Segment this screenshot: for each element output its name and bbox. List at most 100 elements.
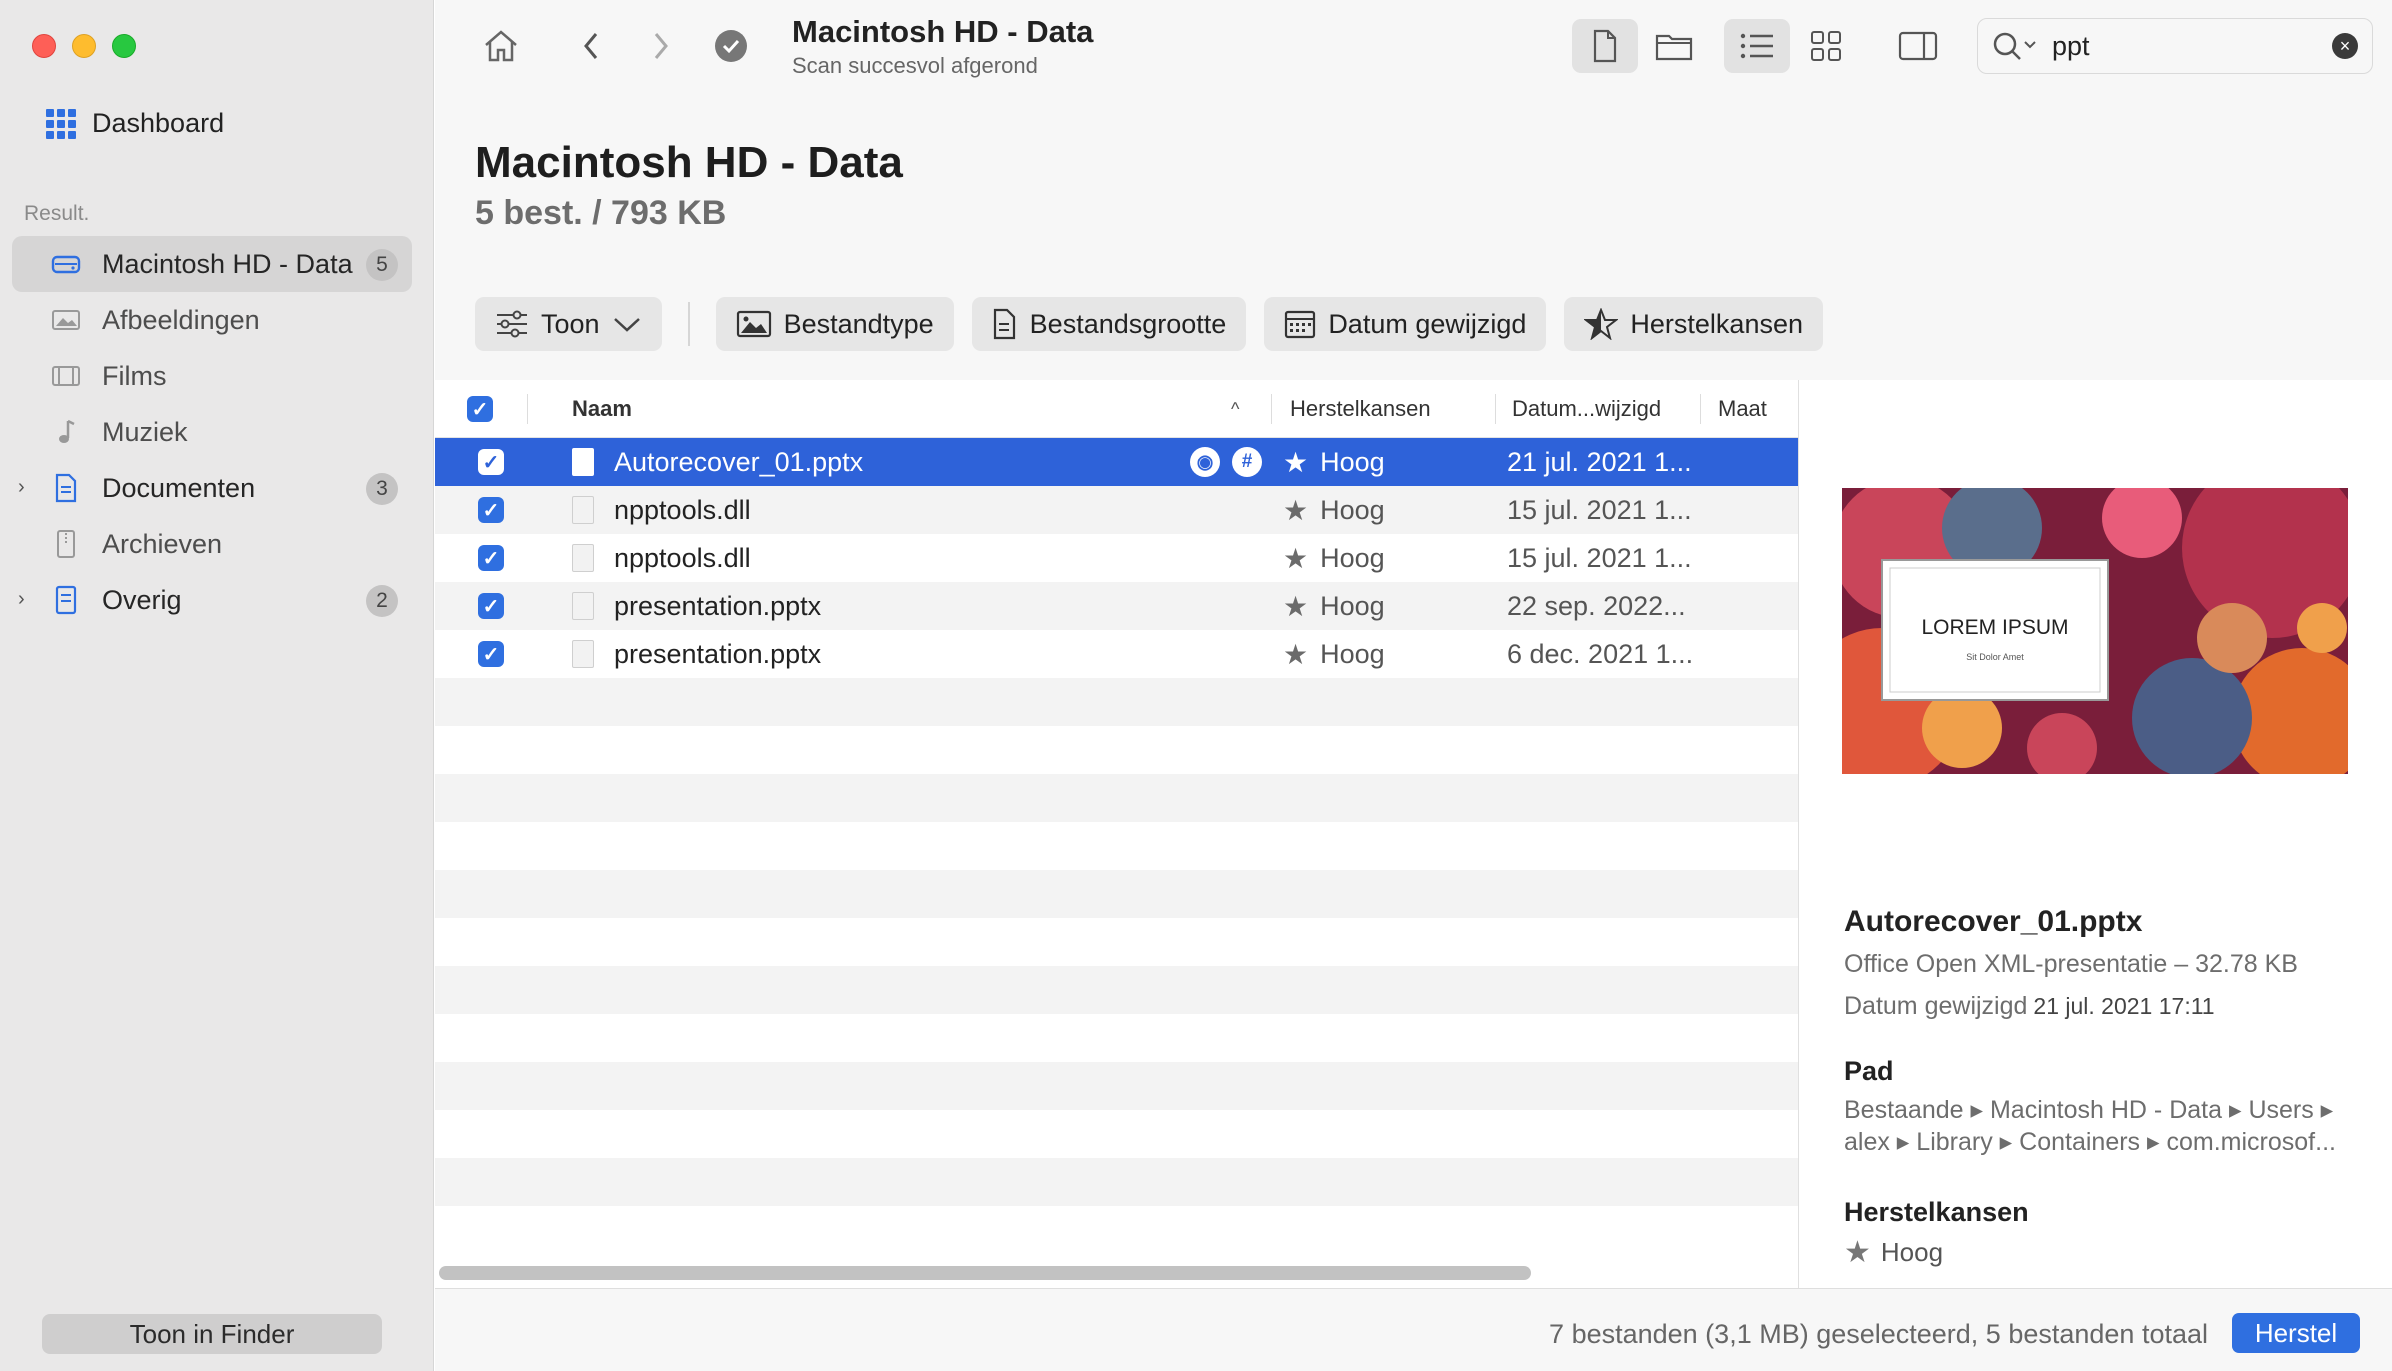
- search-input[interactable]: [2052, 30, 2312, 62]
- date-label: Datum gewijzigd: [1328, 308, 1527, 339]
- star-icon: ★: [1283, 590, 1309, 622]
- column-divider: [1700, 394, 1701, 424]
- other-file-icon: [48, 584, 84, 616]
- back-button[interactable]: [571, 24, 611, 68]
- folder-view-button[interactable]: [1641, 19, 1707, 73]
- column-header-size[interactable]: Maat: [1718, 380, 1767, 438]
- recovery-chance-filter-button[interactable]: Herstelkansen: [1564, 297, 1823, 351]
- clear-search-icon[interactable]: ×: [2332, 33, 2358, 59]
- column-header-date[interactable]: Datum...wijzigd: [1512, 380, 1661, 438]
- sidebar-item-label: Documenten: [102, 472, 256, 503]
- search-icon[interactable]: [1992, 31, 2040, 61]
- music-icon: [48, 416, 84, 448]
- column-header-recovery-chance[interactable]: Herstelkansen: [1290, 380, 1431, 438]
- file-name: presentation.pptx: [614, 638, 822, 669]
- file-date: 22 sep. 2022...: [1507, 590, 1686, 621]
- forward-button[interactable]: [641, 24, 681, 68]
- file-icon: [572, 592, 594, 620]
- filetype-filter-button[interactable]: Bestandtype: [715, 297, 954, 351]
- result-section-label: Result.: [24, 202, 90, 225]
- count-badge: 3: [366, 473, 398, 505]
- row-checkbox[interactable]: ✓: [478, 545, 504, 571]
- sidebar-item-label: Archieven: [102, 528, 223, 559]
- recovery-chance-value: ★ Hoog: [1844, 1235, 1943, 1270]
- preview-eye-icon[interactable]: ◉: [1190, 447, 1220, 477]
- hash-icon[interactable]: #: [1232, 447, 1262, 477]
- count-badge: 2: [366, 585, 398, 617]
- empty-row: [435, 1206, 1798, 1254]
- sidebar-item-dashboard[interactable]: Dashboard: [46, 108, 224, 139]
- file-name: Autorecover_01.pptx: [614, 446, 864, 477]
- image-icon: [736, 310, 771, 338]
- chevron-right-icon: [654, 33, 668, 59]
- table-row[interactable]: ✓ presentation.pptx ★ Hoog 22 sep. 2022..…: [435, 582, 1798, 630]
- chevron-left-icon: [584, 33, 598, 59]
- sidebar-nav: Macintosh HD - Data 5 Afbeeldingen Films…: [12, 236, 412, 628]
- show-in-finder-button[interactable]: Toon in Finder: [42, 1314, 382, 1354]
- image-icon: [48, 304, 84, 336]
- recovery-chance: Hoog: [1320, 542, 1385, 573]
- count-badge: 5: [366, 249, 398, 281]
- filter-bar: Toon Bestandtype Bestandsgrootte Datum g…: [475, 297, 1823, 351]
- sidebar-item-afbeeldingen[interactable]: Afbeeldingen: [12, 292, 412, 348]
- home-button[interactable]: [479, 24, 523, 68]
- table-row[interactable]: ✓ Autorecover_01.pptx ◉ # ★ Hoog 21 jul. …: [435, 438, 1798, 486]
- sort-ascending-icon[interactable]: ^: [1231, 380, 1239, 438]
- toon-filter-button[interactable]: Toon: [475, 297, 662, 351]
- table-row[interactable]: ✓ presentation.pptx ★ Hoog 6 dec. 2021 1.…: [435, 630, 1798, 678]
- close-window-button[interactable]: [32, 34, 56, 58]
- recovery-chance: Hoog: [1320, 638, 1385, 669]
- search-box[interactable]: ×: [1977, 18, 2373, 74]
- toggle-preview-button[interactable]: [1885, 19, 1951, 73]
- file-date: 15 jul. 2021 1...: [1507, 542, 1692, 573]
- list-view-button[interactable]: [1724, 19, 1790, 73]
- table-body: ✓ Autorecover_01.pptx ◉ # ★ Hoog 21 jul. …: [435, 438, 1798, 1254]
- file-table: ✓ Naam ^ Herstelkansen Datum...wijzigd M…: [435, 380, 1798, 1288]
- horizontal-scrollbar[interactable]: [439, 1266, 1531, 1280]
- filesize-filter-button[interactable]: Bestandsgrootte: [971, 297, 1247, 351]
- select-all-checkbox[interactable]: ✓: [467, 380, 493, 438]
- empty-row: [435, 870, 1798, 918]
- row-checkbox[interactable]: ✓: [478, 641, 504, 667]
- sidebar-item-muziek[interactable]: Muziek: [12, 404, 412, 460]
- column-divider: [527, 394, 528, 424]
- table-row[interactable]: ✓ npptools.dll ★ Hoog 15 jul. 2021 1...: [435, 534, 1798, 582]
- window-controls: [32, 34, 136, 58]
- row-checkbox[interactable]: ✓: [478, 449, 504, 475]
- recover-button[interactable]: Herstel: [2232, 1313, 2360, 1353]
- calendar-icon: [1285, 310, 1316, 339]
- scan-status-button[interactable]: [711, 26, 751, 66]
- sidebar-item-overig[interactable]: › Overig 2: [12, 572, 412, 628]
- row-checkbox[interactable]: ✓: [478, 497, 504, 523]
- dashboard-grid-icon: [46, 108, 76, 139]
- star-icon: ★: [1283, 638, 1309, 670]
- thumb-subtitle: Sit Dolor Amet: [1966, 652, 2024, 662]
- minimize-window-button[interactable]: [72, 34, 96, 58]
- list-icon: [1740, 33, 1773, 59]
- recovery-chance: Hoog: [1320, 494, 1385, 525]
- column-header-name[interactable]: Naam: [572, 380, 632, 438]
- sidebar-item-documenten[interactable]: › Documenten 3: [12, 460, 412, 516]
- sidebar-item-macintosh-hd[interactable]: Macintosh HD - Data 5: [12, 236, 412, 292]
- sidebar-right-icon: [1898, 31, 1938, 61]
- zoom-window-button[interactable]: [112, 34, 136, 58]
- grid-view-button[interactable]: [1793, 19, 1859, 73]
- file-icon: [572, 496, 594, 524]
- star-icon: [1584, 308, 1619, 340]
- empty-row: [435, 1110, 1798, 1158]
- file-icon: [572, 640, 594, 668]
- empty-row: [435, 1014, 1798, 1062]
- sidebar-item-films[interactable]: Films: [12, 348, 412, 404]
- star-icon: ★: [1844, 1236, 1871, 1269]
- star-icon: ★: [1283, 542, 1309, 574]
- table-row[interactable]: ✓ npptools.dll ★ Hoog 15 jul. 2021 1...: [435, 486, 1798, 534]
- file-view-button[interactable]: [1572, 19, 1638, 73]
- content-header: Macintosh HD - Data 5 best. / 793 KB Too…: [435, 92, 2392, 380]
- chevron-right-icon[interactable]: ›: [18, 588, 34, 611]
- chevron-right-icon[interactable]: ›: [18, 476, 34, 499]
- row-checkbox[interactable]: ✓: [478, 593, 504, 619]
- sidebar-item-archieven[interactable]: Archieven: [12, 516, 412, 572]
- date-filter-button[interactable]: Datum gewijzigd: [1264, 297, 1547, 351]
- column-divider: [1495, 394, 1496, 424]
- file-path: Bestaande ▸ Macintosh HD - Data ▸ Users …: [1844, 1094, 2384, 1158]
